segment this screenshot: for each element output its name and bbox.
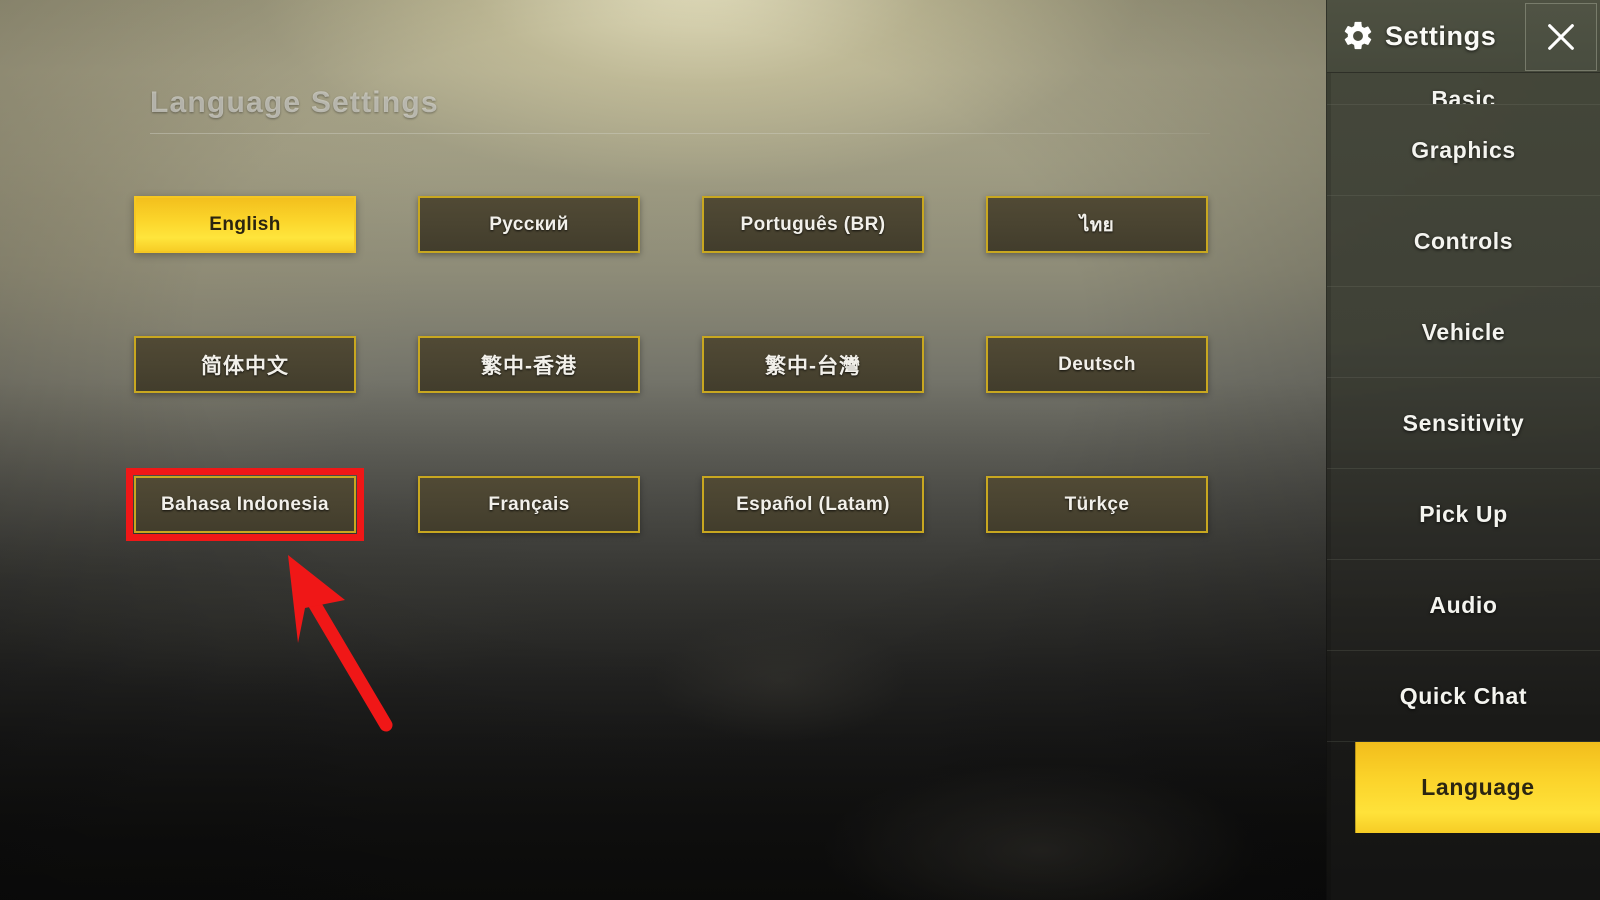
close-button[interactable] [1525, 3, 1597, 71]
language-option-label: Türkçe [1064, 493, 1130, 515]
gear-icon [1344, 21, 1372, 50]
language-option-button[interactable]: 简体中文 [134, 336, 356, 393]
sidebar-item-pick-up[interactable]: Pick Up [1327, 469, 1600, 560]
language-option-button[interactable]: Español (Latam) [702, 476, 924, 533]
language-option-button[interactable]: Deutsch [986, 336, 1208, 393]
language-option-label: Русский [489, 213, 569, 235]
language-option-label: Português (BR) [740, 213, 886, 235]
language-option-label: Bahasa Indonesia [161, 493, 329, 515]
language-option-button[interactable]: Русский [418, 196, 640, 253]
game-settings-screen: Language Settings English Русский Portuguê… [0, 0, 1600, 900]
sidebar-item-label: Basic [1431, 86, 1496, 105]
language-option-label: Français [488, 493, 570, 515]
sidebar-item-vehicle[interactable]: Vehicle [1327, 287, 1600, 378]
language-option-label: 简体中文 [201, 354, 289, 378]
sidebar-item-graphics[interactable]: Graphics [1327, 105, 1600, 196]
language-option-button[interactable]: Türkçe [986, 476, 1208, 533]
language-option-label: Deutsch [1058, 353, 1136, 375]
arrow-up-left-icon [288, 555, 393, 732]
language-option-button[interactable]: 繁中-香港 [418, 336, 640, 393]
sidebar-item-controls[interactable]: Controls [1327, 196, 1600, 287]
settings-title: Settings [1385, 20, 1497, 51]
sidebar-item-label: Pick Up [1419, 500, 1508, 527]
sidebar-item-audio[interactable]: Audio [1327, 560, 1600, 651]
language-option-label: English [209, 213, 281, 235]
settings-header: Settings [1327, 0, 1600, 73]
sidebar-item-language[interactable]: Language [1355, 742, 1600, 833]
language-option-button[interactable]: ไทย [986, 196, 1208, 253]
settings-sidebar: Settings Basic Graphics Controls Vehicle Sen… [1326, 0, 1600, 900]
title-divider [150, 133, 1210, 134]
page-title: Language Settings [150, 86, 439, 119]
sidebar-item-label: Graphics [1411, 136, 1516, 163]
language-option-label: ไทย [1079, 214, 1115, 236]
sidebar-item-quick-chat[interactable]: Quick Chat [1327, 651, 1600, 742]
language-option-button[interactable]: English [134, 196, 356, 253]
sidebar-item-label: Language [1421, 774, 1535, 800]
language-option-label: 繁中-台灣 [765, 354, 861, 378]
language-option-button[interactable]: 繁中-台灣 [702, 336, 924, 393]
sidebar-item-label: Controls [1413, 227, 1514, 254]
sidebar-item-label: Sensitivity [1402, 409, 1525, 436]
sidebar-item-label: Audio [1429, 591, 1498, 618]
close-icon [1548, 24, 1574, 50]
language-option-button[interactable]: Français [418, 476, 640, 533]
language-option-label: 繁中-香港 [481, 354, 577, 378]
sidebar-item-sensitivity[interactable]: Sensitivity [1327, 378, 1600, 469]
sidebar-item-label: Quick Chat [1399, 682, 1528, 709]
sidebar-item-basic[interactable]: Basic [1327, 73, 1600, 105]
language-option-button[interactable]: Português (BR) [702, 196, 924, 253]
language-settings-panel: Language Settings English Русский Portuguê… [0, 0, 1327, 900]
language-button-grid: English Русский Português (BR) ไทย 简体中文 繁中-香港… [126, 196, 1208, 541]
settings-menu-list: Basic Graphics Controls Vehicle Sensitivity P… [1327, 73, 1600, 900]
sidebar-item-label: Vehicle [1421, 318, 1506, 345]
language-option-button[interactable]: Bahasa Indonesia [126, 468, 364, 541]
language-option-label: Español (Latam) [736, 493, 890, 515]
